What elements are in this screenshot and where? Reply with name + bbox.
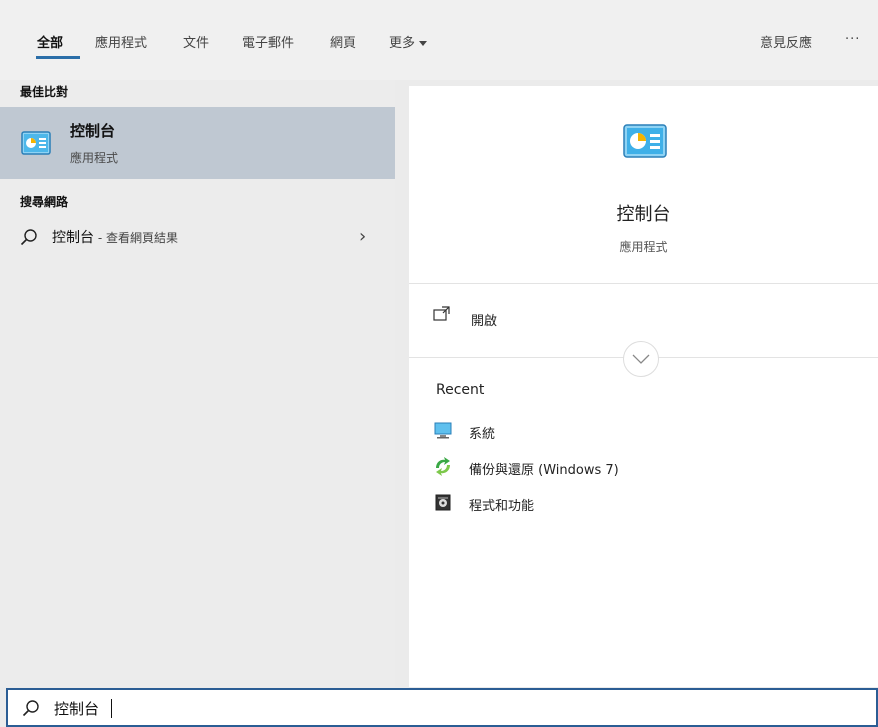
- search-filter-bar: 全部 應用程式 文件 電子郵件 網頁 更多 意見反應 ···: [0, 0, 878, 80]
- tab-all[interactable]: 全部: [37, 32, 63, 51]
- tab-more-label: 更多: [389, 36, 416, 51]
- detail-app-type: 應用程式: [619, 240, 668, 254]
- web-search-item[interactable]: 控制台 - 查看網頁結果 ›: [0, 220, 395, 254]
- results-list: 最佳比對 控制台 應用程式 搜尋網路 控制台 - 查看網頁結果 ›: [0, 80, 395, 687]
- backup-restore-icon: [436, 457, 450, 476]
- search-icon: [22, 700, 39, 717]
- web-search-text: 控制台 - 查看網頁結果: [52, 227, 178, 247]
- detail-pane: 控制台 應用程式 開啟 Recent 系統 備份與還原 (Windows 7): [409, 86, 878, 687]
- search-box[interactable]: [6, 688, 878, 727]
- web-search-suffix: - 查看網頁結果: [94, 231, 178, 245]
- text-cursor: [111, 699, 112, 718]
- expand-button[interactable]: [623, 341, 659, 377]
- system-icon: [434, 422, 452, 439]
- best-match-subtitle: 應用程式: [70, 151, 119, 165]
- control-panel-large-icon: [623, 124, 667, 158]
- divider: [409, 283, 878, 284]
- tab-web[interactable]: 網頁: [330, 32, 356, 51]
- best-match-header: 最佳比對: [20, 85, 69, 99]
- search-icon: [20, 229, 37, 246]
- chevron-right-icon[interactable]: ›: [359, 226, 366, 247]
- best-match-item[interactable]: 控制台 應用程式: [0, 107, 395, 179]
- web-search-query: 控制台: [52, 230, 94, 246]
- open-icon: [433, 306, 450, 321]
- chevron-down-icon: [419, 41, 428, 46]
- tab-email[interactable]: 電子郵件: [242, 32, 294, 51]
- search-input[interactable]: [54, 696, 454, 720]
- web-search-header: 搜尋網路: [20, 195, 69, 209]
- programs-features-icon: [435, 494, 451, 511]
- best-match-title: 控制台: [70, 122, 116, 140]
- recent-item-label: 備份與還原 (Windows 7): [469, 463, 619, 478]
- detail-app-name: 控制台: [616, 204, 671, 225]
- tab-documents[interactable]: 文件: [183, 32, 209, 51]
- control-panel-icon: [21, 131, 51, 155]
- recent-header: Recent: [436, 382, 485, 398]
- active-tab-indicator: [36, 56, 80, 59]
- more-options-button[interactable]: ···: [845, 32, 860, 47]
- feedback-button[interactable]: 意見反應: [760, 32, 812, 51]
- recent-item-label: 程式和功能: [469, 499, 535, 514]
- recent-item-label: 系統: [469, 427, 496, 442]
- tab-apps[interactable]: 應用程式: [95, 32, 147, 51]
- chevron-down-icon: [632, 354, 650, 364]
- open-label: 開啟: [471, 314, 498, 329]
- tab-more[interactable]: 更多: [389, 32, 428, 51]
